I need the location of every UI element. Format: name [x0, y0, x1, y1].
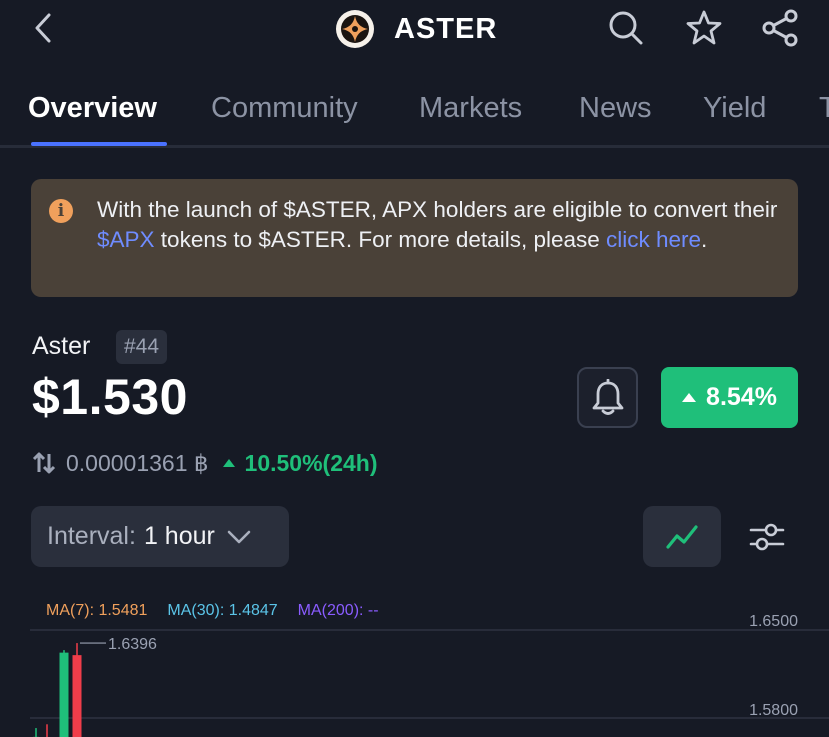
chevron-down-icon — [227, 530, 251, 544]
high-annotation-label: 1.6396 — [108, 636, 157, 653]
search-icon — [609, 11, 643, 45]
share-button[interactable] — [760, 8, 800, 48]
rank-badge: #44 — [116, 330, 168, 364]
btc-change-value: 10.50%(24h) — [244, 449, 378, 476]
notice-text-part: . — [701, 227, 708, 252]
candle-body[interactable] — [72, 655, 82, 737]
up-arrow-icon — [222, 459, 235, 467]
y-tick-label: 1.6500 — [749, 613, 798, 630]
favorite-button[interactable] — [684, 8, 724, 48]
btc-change: 10.50%(24h) — [222, 449, 378, 477]
price-change-value: 8.54% — [706, 383, 777, 411]
page-title: ASTER — [394, 12, 498, 45]
tab-markets[interactable]: Markets — [419, 92, 522, 125]
top-bar: ASTER — [0, 0, 829, 62]
tab-community[interactable]: Community — [211, 92, 358, 125]
click-here-link[interactable]: click here — [606, 227, 701, 252]
search-button[interactable] — [606, 8, 646, 48]
coin-price: $1.530 — [32, 369, 188, 425]
star-icon — [686, 10, 722, 45]
tab-overview[interactable]: Overview — [28, 92, 157, 125]
interval-label: Interval: — [47, 522, 136, 550]
tab-yield[interactable]: Yield — [703, 92, 766, 125]
notice-text-part: With the launch of $ASTER, APX holders a… — [97, 197, 778, 222]
sliders-icon — [749, 523, 785, 551]
price-chart[interactable]: 1.6500 1.5800 1.6396 — [0, 590, 829, 737]
candles-group — [33, 643, 82, 737]
conversion-notice: i With the launch of $ASTER, APX holders… — [31, 179, 798, 297]
btc-price-row: 0.00001361 ฿ 10.50%(24h) — [32, 446, 378, 480]
notice-text: With the launch of $ASTER, APX holders a… — [97, 195, 787, 255]
coin-name: Aster — [32, 332, 91, 360]
candle-body[interactable] — [59, 652, 69, 737]
tab-bar: Overview Community Markets News Yield T — [0, 82, 829, 148]
active-tab-indicator — [31, 142, 167, 146]
apx-link[interactable]: $APX — [97, 227, 155, 252]
tab-news[interactable]: News — [579, 92, 652, 125]
info-icon: i — [49, 199, 73, 223]
notice-text-part: tokens to $ASTER. For more details, plea… — [154, 227, 606, 252]
share-icon — [762, 9, 798, 47]
up-arrow-icon — [682, 393, 697, 402]
title-group: ASTER — [336, 8, 497, 50]
interval-value: 1 hour — [143, 522, 215, 550]
line-chart-icon — [666, 524, 698, 549]
tab-partial[interactable]: T — [819, 92, 829, 125]
btc-price: 0.00001361 ฿ — [66, 449, 209, 476]
back-icon — [35, 13, 51, 43]
back-button[interactable] — [26, 10, 60, 46]
aster-logo-icon — [336, 10, 374, 48]
bell-icon — [592, 378, 623, 415]
chart-type-button[interactable] — [643, 506, 721, 567]
y-tick-label: 1.5800 — [749, 702, 798, 719]
interval-selector[interactable]: Interval: 1 hour — [31, 506, 289, 567]
chart-settings-button[interactable] — [742, 512, 792, 562]
coin-detail-page: ASTER Overview Community Markets News Yi… — [0, 0, 829, 737]
swap-icon — [32, 452, 56, 474]
price-alert-button[interactable] — [577, 367, 638, 428]
price-change-badge[interactable]: 8.54% — [661, 367, 798, 428]
